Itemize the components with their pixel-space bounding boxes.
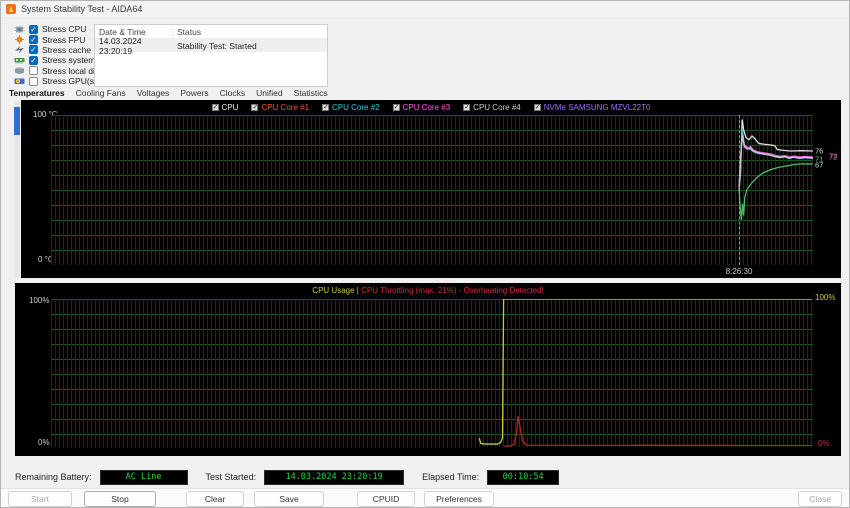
checkbox[interactable]: ✓ xyxy=(29,35,38,45)
current-value-label: 72 xyxy=(829,152,838,162)
gpu-icon xyxy=(14,77,25,86)
button-bar: Start Stop Clear Save CPUID Preferences Close xyxy=(1,488,849,507)
checkbox[interactable]: ✓ xyxy=(29,24,38,34)
elapsed-time-value: 00:10:54 xyxy=(487,469,560,485)
legend-label: CPU xyxy=(221,103,239,112)
temperature-legend: ✓ CPU ✓ CPU Core #1 ✓ CPU Core #2 ✓ CPU Core #3… xyxy=(21,103,841,112)
battery-value: AC Line xyxy=(99,469,188,485)
series-cpu-core-1 xyxy=(739,133,813,187)
legend-checkbox[interactable]: ✓ xyxy=(251,104,259,111)
legend-item-cpu-core-1: ✓ CPU Core #1 xyxy=(251,103,309,112)
cpu-usage-chart: CPU Usage | CPU Throttling (max. 21%) - … xyxy=(15,283,841,456)
log-col-status[interactable]: Status xyxy=(173,27,327,37)
tab-powers[interactable]: Powers xyxy=(180,88,208,98)
series-cpu-usage xyxy=(479,299,811,444)
tab-voltages[interactable]: Voltages xyxy=(137,88,170,98)
cpu-usage-series-svg xyxy=(51,299,813,447)
cpu-usage-chart-header: CPU Usage | CPU Throttling (max. 21%) - … xyxy=(15,286,841,295)
series-cpu xyxy=(739,120,813,191)
header-separator: | xyxy=(356,286,359,295)
battery-label: Remaining Battery: xyxy=(15,472,92,482)
checkbox[interactable]: ✓ xyxy=(29,45,38,55)
stress-option-label: Stress cache xyxy=(42,44,92,55)
titlebar: System Stability Test - AIDA64 xyxy=(1,1,849,18)
cache-icon xyxy=(14,45,25,54)
chart-tabs: Temperatures Cooling Fans Voltages Powers Cl… xyxy=(9,88,328,98)
legend-item-cpu: ✓ CPU xyxy=(211,103,239,112)
disk-icon xyxy=(14,66,25,75)
legend-item-cpu-core-4: ✓ CPU Core #4 xyxy=(463,103,521,112)
legend-checkbox[interactable]: ✓ xyxy=(322,104,330,111)
series-cpu-throttling xyxy=(504,416,811,446)
fpu-icon xyxy=(14,35,25,45)
memory-icon xyxy=(14,56,25,65)
legend-label: CPU Core #4 xyxy=(473,103,521,112)
throttling-current-value-label: 0% xyxy=(818,439,830,448)
checkbox[interactable] xyxy=(29,66,38,76)
legend-checkbox[interactable]: ✓ xyxy=(392,104,400,111)
save-button[interactable]: Save xyxy=(254,491,324,507)
clear-button[interactable]: Clear xyxy=(186,491,244,507)
scrollbar-thumb[interactable] xyxy=(14,107,20,135)
system-stability-test-window: System Stability Test - AIDA64 ✓ Stress C… xyxy=(0,0,850,508)
chart-vertical-scrollbar[interactable] xyxy=(14,101,20,277)
tab-unified[interactable]: Unified xyxy=(256,88,282,98)
start-button[interactable]: Start xyxy=(8,491,72,507)
legend-checkbox[interactable]: ✓ xyxy=(533,104,541,111)
tab-statistics[interactable]: Statistics xyxy=(294,88,328,98)
elapsed-time-label: Elapsed Time: xyxy=(422,472,480,482)
checkbox[interactable] xyxy=(29,76,38,86)
usage-current-value-label: 100% xyxy=(815,293,836,302)
current-value-label: 67 xyxy=(815,160,824,169)
cpu-icon xyxy=(14,25,25,34)
test-start-marker xyxy=(739,115,741,265)
close-button[interactable]: Close xyxy=(798,491,842,507)
temperature-series-svg xyxy=(51,115,813,265)
stress-option-label: Stress CPU xyxy=(42,24,87,35)
checkbox[interactable]: ✓ xyxy=(29,55,38,65)
cpu-usage-plot xyxy=(51,299,813,447)
event-log-panel: Date & Time Status 14.03.2024 23:20:19 St… xyxy=(94,24,328,87)
test-started-value: 14.03.2024 23:20:19 xyxy=(264,469,405,485)
usage-axis-max-label: 100% xyxy=(29,296,50,305)
aida64-app-icon xyxy=(6,4,16,14)
log-row[interactable]: 14.03.2024 23:20:19 Stability Test: Start… xyxy=(95,36,327,56)
tab-cooling-fans[interactable]: Cooling Fans xyxy=(76,88,126,98)
legend-checkbox[interactable]: ✓ xyxy=(463,104,471,111)
series-cpu-core-4 xyxy=(739,135,813,188)
legend-label: CPU Core #1 xyxy=(261,103,310,112)
button-group-right: Close xyxy=(798,491,842,507)
temperature-plot xyxy=(51,115,813,265)
stress-option-label: Stress FPU xyxy=(42,34,86,45)
legend-item-nvme-samsung-mzvl22t0: ✓ NVMe SAMSUNG MZVL22T0 xyxy=(533,103,651,112)
stop-button[interactable]: Stop xyxy=(84,491,156,507)
temperature-chart: ✓ CPU ✓ CPU Core #1 ✓ CPU Core #2 ✓ CPU Core #3… xyxy=(21,100,841,278)
window-title: System Stability Test - AIDA64 xyxy=(21,4,143,14)
test-started-label: Test Started: xyxy=(205,472,257,482)
throttling-warning: CPU Throttling (max. 21%) - Overheating … xyxy=(361,286,544,295)
log-rows: 14.03.2024 23:20:19 Stability Test: Start… xyxy=(95,36,327,56)
status-bar: Remaining Battery: AC Line Test Started:… xyxy=(15,468,560,486)
temperature-current-values: 76 71 67 73 72 xyxy=(815,115,841,265)
series-nvme-samsung-mzvl22t0 xyxy=(739,164,813,220)
legend-item-cpu-core-3: ✓ CPU Core #3 xyxy=(392,103,451,112)
series-cpu-core-3 xyxy=(739,136,813,186)
tab-clocks[interactable]: Clocks xyxy=(220,88,246,98)
cpuid-button[interactable]: CPUID xyxy=(357,491,415,507)
legend-label: CPU Core #3 xyxy=(402,103,451,112)
time-axis-label: 8:26:30 xyxy=(725,267,753,276)
cpu-usage-title: CPU Usage xyxy=(312,286,355,295)
usage-axis-min-label: 0% xyxy=(38,438,50,447)
stress-option-label: Stress GPU(s) xyxy=(42,76,97,87)
legend-checkbox[interactable]: ✓ xyxy=(211,104,219,111)
legend-label: NVMe SAMSUNG MZVL22T0 xyxy=(543,103,651,112)
legend-item-cpu-core-2: ✓ CPU Core #2 xyxy=(322,103,380,112)
log-cell-datetime: 14.03.2024 23:20:19 xyxy=(99,35,142,56)
tab-temperatures[interactable]: Temperatures xyxy=(9,88,65,98)
preferences-button[interactable]: Preferences xyxy=(424,491,494,507)
button-group-left: Start Stop Clear Save CPUID Preferences xyxy=(8,491,494,507)
log-cell-status: Stability Test: Started xyxy=(177,40,257,51)
legend-label: CPU Core #2 xyxy=(332,103,380,112)
